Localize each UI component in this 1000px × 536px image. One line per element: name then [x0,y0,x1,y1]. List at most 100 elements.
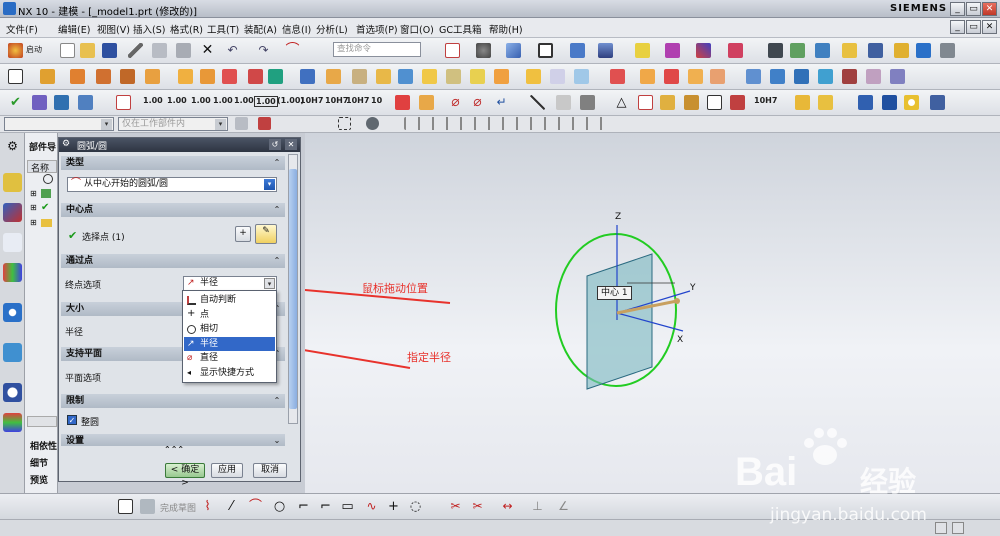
resize-icon[interactable] [688,69,703,84]
fillet-icon[interactable]: ⌐ [296,499,311,514]
dimension-icon[interactable]: ↔ [500,499,515,514]
menu-analysis[interactable]: 分析(L) [316,22,348,36]
datum-feature-icon[interactable] [638,95,653,110]
dim-label-3[interactable]: 1.00 [191,96,211,105]
move-face-icon[interactable] [526,69,541,84]
tolerance-label-5[interactable]: 10H7 [754,96,777,105]
finish-sketch-icon[interactable] [140,499,155,514]
pattern-icon[interactable] [222,69,237,84]
table-icon[interactable] [54,95,69,110]
hand-icon[interactable] [868,43,883,58]
edge-blend-icon[interactable] [326,69,341,84]
datum-target-icon[interactable] [660,95,675,110]
folder-icon[interactable] [41,219,52,227]
ok-button[interactable]: < 确定 > [165,463,205,488]
part-navigator-icon[interactable] [3,173,22,192]
weld-icon[interactable] [730,95,745,110]
menu-file[interactable]: 文件(F) [6,22,38,36]
check-icon[interactable]: ✔ [8,95,23,110]
option-show-shortcuts[interactable]: ◂ 显示快捷方式 [184,366,275,380]
menu-window[interactable]: 窗口(O) [400,22,434,36]
gear-icon[interactable] [795,95,810,110]
offset-face-icon[interactable] [422,69,437,84]
profile-icon[interactable]: ⌇ [200,499,215,514]
radius-icon[interactable]: ⌀ [470,95,485,110]
web-browser-icon[interactable] [3,303,22,322]
box-select-icon[interactable] [338,117,351,130]
edit-dim-icon[interactable] [395,95,410,110]
menu-view[interactable]: 视图(V) [97,22,130,36]
subtract-icon[interactable] [268,69,283,84]
point-dialog-icon[interactable]: + [235,226,251,242]
dim-label-1[interactable]: 1.00 [143,96,163,105]
bearing-icon[interactable] [904,95,919,110]
scrollbar-thumb[interactable] [289,169,297,409]
save-icon[interactable] [102,43,117,58]
note-icon[interactable] [707,95,722,110]
doc-close-button[interactable]: ✕ [982,20,997,34]
constraint-navigator-icon[interactable] [3,233,22,252]
dim-label-2[interactable]: 1.00 [167,96,187,105]
reuse-library-icon[interactable] [3,263,22,282]
doc-minimize-button[interactable]: _ [950,20,965,34]
dialog-close-icon[interactable]: ✕ [285,139,297,150]
menu-insert[interactable]: 插入(S) [133,22,165,36]
model-view-icon[interactable] [41,189,51,198]
palette-icon[interactable] [3,413,22,432]
check-icon[interactable]: ✔ [41,202,49,213]
trim-body-icon[interactable] [376,69,391,84]
option-radius[interactable]: ↗ 半径 [184,337,275,351]
restore-button[interactable]: ▭ [966,2,981,16]
radius-drag-point[interactable] [674,298,680,304]
part-icon[interactable] [842,43,857,58]
menu-preferences[interactable]: 首选项(P) [356,22,398,36]
tolerance-label-4[interactable]: 10 [371,96,382,105]
graphics-viewport[interactable]: Z Y X 中心 1 鼠标拖动位置 指定半径 [248,133,1000,493]
snap-options-icon[interactable] [404,117,604,130]
extrude-icon[interactable] [40,69,55,84]
inferred-point-icon[interactable]: ✎ [255,224,277,244]
paste-icon[interactable] [176,43,191,58]
open-folder-icon[interactable] [80,43,95,58]
option-inferred[interactable]: 自动判断 [184,293,275,307]
rapid-dim-icon[interactable] [116,95,131,110]
chamfer-icon[interactable] [352,69,367,84]
extend-icon[interactable]: ✂ [470,499,485,514]
view-orient-icon[interactable] [506,43,521,58]
select-filter-icon[interactable] [665,43,680,58]
column-name-header[interactable]: 名称 [27,160,57,174]
dim-label-4[interactable]: 1.00 [213,96,233,105]
snap-point-icon[interactable] [258,117,271,130]
n-sided-icon[interactable] [818,69,833,84]
scale-icon[interactable] [446,69,461,84]
expand-icon[interactable]: ⊞ [30,218,37,227]
revolve-icon[interactable] [70,69,85,84]
tolerance-label-1[interactable]: 10H7 [300,96,323,105]
point-icon[interactable]: + [386,499,401,514]
minimize-button[interactable]: _ [950,2,965,16]
symbol-icon[interactable] [580,95,595,110]
constraint-icon[interactable]: ⊥ [530,499,545,514]
through-curves-icon[interactable] [770,69,785,84]
cut-icon[interactable] [128,43,143,58]
polyline-icon[interactable]: ∿ [364,499,379,514]
details-panel-label[interactable]: 细节 [30,456,48,469]
dialog-gear-icon[interactable]: ⚙ [62,139,70,149]
spline-icon[interactable]: ◌ [408,499,423,514]
reset-icon[interactable]: ↺ [269,139,281,150]
shell-icon[interactable] [300,69,315,84]
delete-icon[interactable]: ✕ [200,43,215,58]
option-tangent[interactable]: 相切 [184,322,275,336]
pmi-icon[interactable] [32,95,47,110]
surface-icon[interactable] [746,69,761,84]
assembly-icon[interactable] [768,43,783,58]
expand-icon[interactable]: ⊞ [30,203,37,212]
arc-icon[interactable]: ⌒ [248,499,263,514]
surface-more-icon[interactable] [890,69,905,84]
draft-icon[interactable] [398,69,413,84]
thicken-icon[interactable] [494,69,509,84]
rib-icon[interactable] [550,69,565,84]
shaft-icon[interactable] [882,95,897,110]
type-filter-select[interactable]: ▾ [4,117,114,131]
assembly-navigator-icon[interactable] [3,203,22,222]
